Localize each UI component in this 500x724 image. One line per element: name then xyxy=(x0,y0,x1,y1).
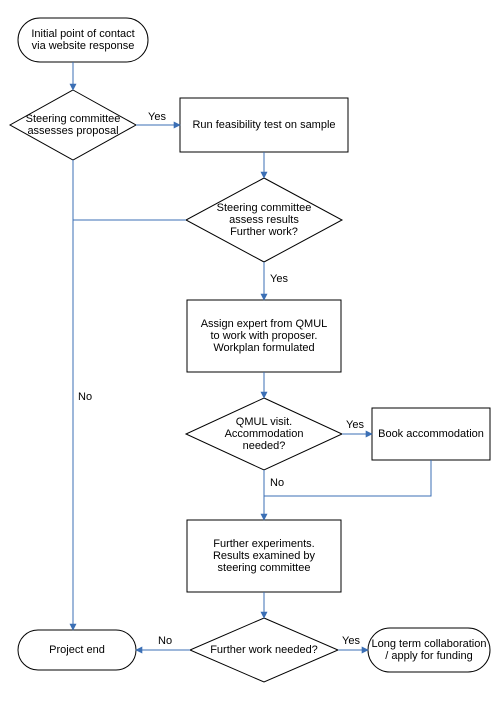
edge-assess-no-label: No xyxy=(78,391,92,403)
edge-visit-book-label: Yes xyxy=(346,419,364,431)
edge-visit-no-label: No xyxy=(270,477,284,489)
node-feasibility-label: Run feasibility test on sample xyxy=(192,119,335,131)
node-results: Steering committeeassess resultsFurther … xyxy=(186,178,342,262)
flowchart-canvas: Initial point of contactvia website resp… xyxy=(0,0,500,724)
edge-further-collab-label: Yes xyxy=(342,635,360,647)
node-results-label: Steering committeeassess resultsFurther … xyxy=(217,202,312,238)
node-start-label: Initial point of contactvia website resp… xyxy=(31,28,134,52)
node-assign: Assign expert from QMULto work with prop… xyxy=(187,300,341,372)
node-assess: Steering committeeassesses proposal xyxy=(10,90,136,160)
node-visit: QMUL visit.Accommodation needed? xyxy=(186,398,342,470)
edge-further-end-label: No xyxy=(158,635,172,647)
edge-results-assign-label: Yes xyxy=(270,273,288,285)
node-feasibility: Run feasibility test on sample xyxy=(180,98,348,152)
node-further-label: Further work needed? xyxy=(210,644,318,656)
node-collab-label: Long term collaboration/ apply for fundi… xyxy=(372,638,487,662)
node-end-label: Project end xyxy=(49,644,105,656)
node-book: Book accommodation xyxy=(372,408,490,460)
node-assign-label: Assign expert from QMULto work with prop… xyxy=(201,318,328,354)
edge-assess-feasibility-label: Yes xyxy=(148,111,166,123)
edge-book-merge xyxy=(264,460,431,496)
node-end: Project end xyxy=(18,630,136,670)
node-start: Initial point of contactvia website resp… xyxy=(18,18,148,62)
node-collab: Long term collaboration/ apply for fundi… xyxy=(368,628,490,672)
node-assess-label: Steering committeeassesses proposal xyxy=(26,113,121,137)
node-visit-label: QMUL visit.Accommodation needed? xyxy=(204,416,324,452)
node-book-label: Book accommodation xyxy=(378,428,484,440)
node-experiments-label: Further experiments.Results examined bys… xyxy=(213,538,315,574)
node-experiments: Further experiments.Results examined bys… xyxy=(187,520,341,592)
node-further: Further work needed? xyxy=(190,618,338,682)
